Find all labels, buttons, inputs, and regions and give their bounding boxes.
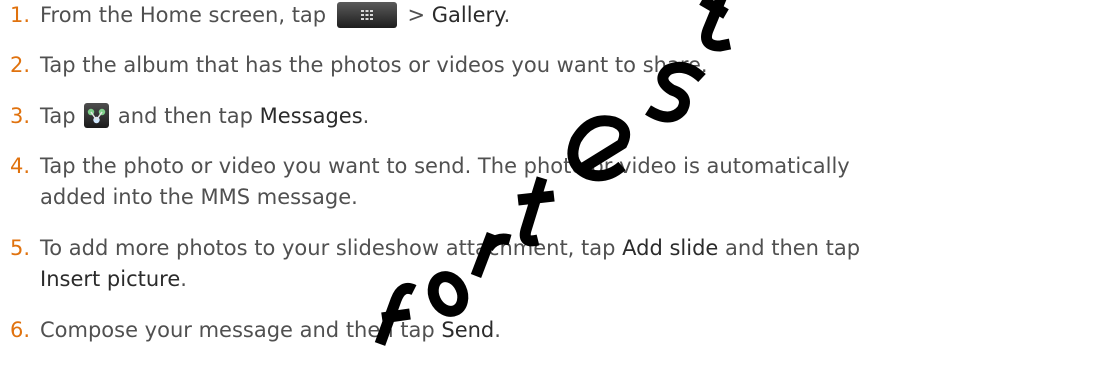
step-number: 5. xyxy=(10,236,31,260)
step-number: 1. xyxy=(10,3,31,27)
step-text-middle: and then tap xyxy=(111,104,260,128)
messages-label: Messages xyxy=(259,104,363,128)
step-text-line1-before: To add more photos to your slideshow att… xyxy=(40,236,623,260)
step-text-after: . xyxy=(362,104,370,128)
step-text-before: Compose your message and then tap xyxy=(40,318,442,342)
add-slide-label: Add slide xyxy=(622,236,719,260)
all-apps-button-icon xyxy=(336,2,397,28)
step-text: Tap and then tap Messages. xyxy=(40,101,1090,132)
step-text: From the Home screen, tap > Gallery. xyxy=(40,0,1090,31)
step-number: 3. xyxy=(10,104,31,128)
share-icon xyxy=(84,103,110,128)
step-number: 4. xyxy=(10,154,31,178)
step-text-before: Tap xyxy=(40,104,76,128)
step-number: 2. xyxy=(10,53,31,77)
step-text: Tap the photo or video you want to send.… xyxy=(40,151,1090,213)
step-text: To add more photos to your slideshow att… xyxy=(40,233,1090,295)
gallery-label: Gallery xyxy=(431,3,504,27)
step-text-line2: added into the MMS message. xyxy=(40,185,358,209)
step-text-line1-after: and then tap xyxy=(718,236,861,260)
step-text-after: . xyxy=(494,318,501,342)
step-text-after: . xyxy=(503,3,511,27)
step-text: Compose your message and then tap Send. xyxy=(40,315,1090,346)
send-label: Send xyxy=(441,318,495,342)
step-text-before: From the Home screen, tap xyxy=(40,3,327,27)
step-text-line1: Tap the photo or video you want to send.… xyxy=(40,154,850,178)
step-text-line2-after: . xyxy=(180,267,187,291)
insert-picture-label: Insert picture xyxy=(40,267,181,291)
step-text-separator: > xyxy=(400,3,432,27)
step-text: Tap the album that has the photos or vid… xyxy=(40,53,708,77)
step-number: 6. xyxy=(10,318,31,342)
